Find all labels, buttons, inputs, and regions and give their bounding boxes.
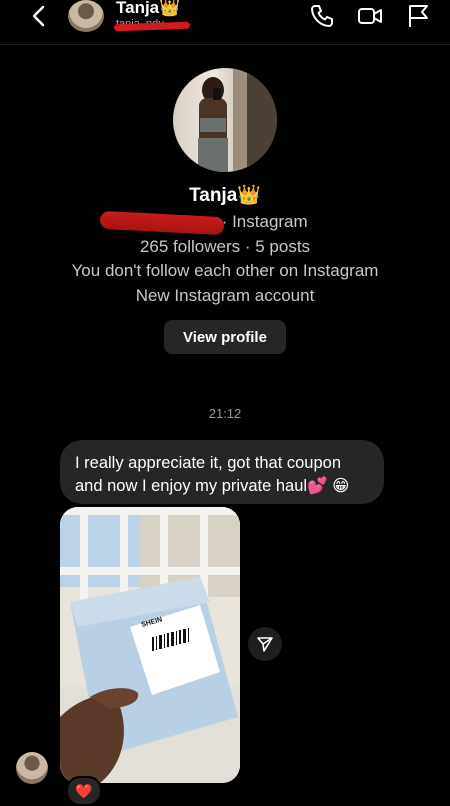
profile-avatar[interactable]	[173, 68, 277, 172]
heart-reaction[interactable]: ❤️	[66, 776, 102, 806]
profile-stats: 265 followers · 5 posts	[139, 237, 311, 256]
message-bubble[interactable]: I really appreciate it, got that coupon …	[60, 440, 384, 504]
profile-photo-illustration	[198, 68, 277, 172]
follow-status: You don't follow each other on Instagram	[71, 261, 379, 280]
message-timestamp: 21:12	[208, 406, 242, 421]
sender-avatar[interactable]	[16, 752, 48, 784]
share-button[interactable]	[248, 627, 282, 661]
profile-source-suffix: · Instagram	[221, 212, 308, 231]
phone-icon[interactable]	[308, 2, 336, 30]
package-photo: SHEIN	[60, 507, 240, 783]
header-avatar[interactable]	[68, 0, 104, 32]
profile-name: Tanja👑	[189, 185, 261, 206]
video-camera-icon[interactable]	[356, 2, 384, 30]
view-profile-button[interactable]: View profile	[164, 320, 286, 354]
send-icon	[257, 637, 273, 652]
flag-icon[interactable]	[404, 2, 432, 30]
back-chevron-icon[interactable]	[26, 2, 54, 30]
header-contact-name[interactable]: Tanja👑	[116, 0, 180, 18]
photo-message[interactable]: SHEIN	[60, 507, 240, 783]
profile-source: tanja_ndu · Instagram	[0, 212, 450, 232]
account-note: New Instagram account	[135, 286, 315, 305]
chat-header: Tanja👑 tanja_ndu	[0, 0, 450, 45]
username-redaction	[113, 21, 191, 32]
header-actions	[308, 2, 432, 30]
